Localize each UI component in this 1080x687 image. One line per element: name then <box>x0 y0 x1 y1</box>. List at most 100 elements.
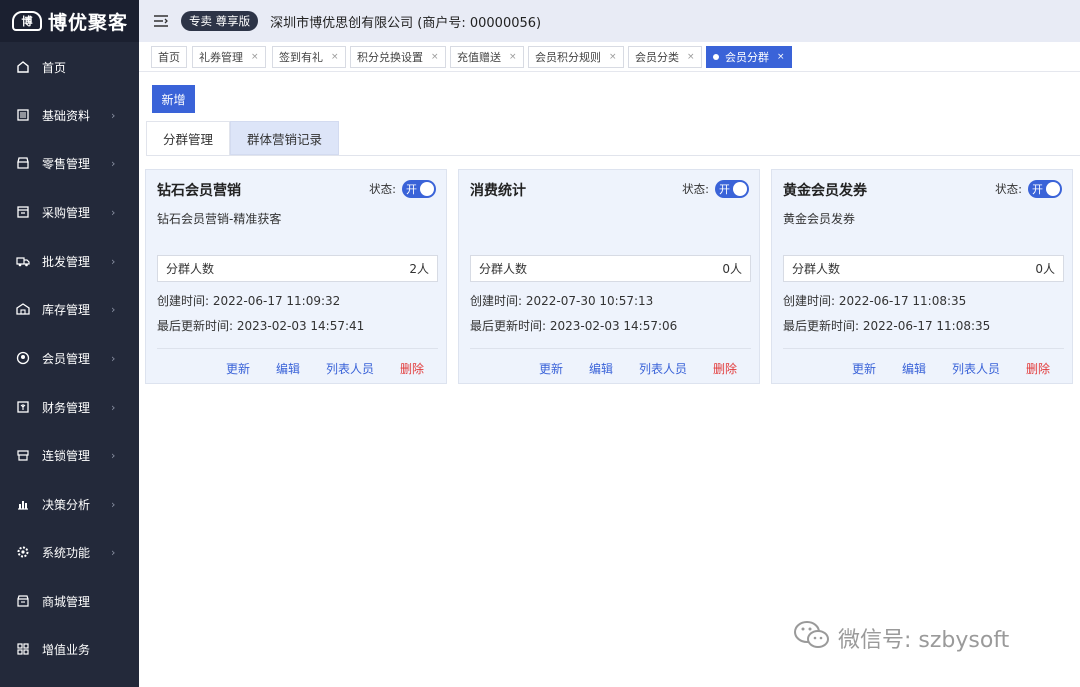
edit-link[interactable]: 编辑 <box>276 360 300 377</box>
toggle-label: 开 <box>719 183 730 196</box>
delete-link[interactable]: 删除 <box>400 360 424 377</box>
card-title: 黄金会员发券 <box>783 183 867 199</box>
sidebar-item-finance[interactable]: 财务管理 › <box>0 395 139 419</box>
list-icon <box>16 108 30 122</box>
chevron-right-icon: › <box>111 254 116 268</box>
sidebar-item-chain[interactable]: 连锁管理 › <box>0 443 139 467</box>
close-icon[interactable]: × <box>687 52 695 62</box>
list-members-link[interactable]: 列表人员 <box>952 360 1000 377</box>
chevron-right-icon: › <box>111 545 116 559</box>
delete-link[interactable]: 删除 <box>1026 360 1050 377</box>
card-description: 黄金会员发券 <box>783 212 856 226</box>
close-icon[interactable]: × <box>331 52 339 62</box>
sidebar-item-label: 首页 <box>42 60 67 75</box>
tab-member-category[interactable]: 会员分类 × <box>628 46 702 68</box>
status-toggle[interactable]: 开 <box>715 180 749 198</box>
watermark-text: 微信号: szbysoft <box>838 628 1010 653</box>
sidebar-item-label: 采购管理 <box>42 205 91 220</box>
sidebar-item-member[interactable]: 会员管理 › <box>0 346 139 370</box>
sidebar-item-inventory[interactable]: 库存管理 › <box>0 297 139 321</box>
chevron-right-icon: › <box>111 351 116 365</box>
tab-label: 礼券管理 <box>199 51 243 64</box>
menu-toggle-icon[interactable] <box>153 14 169 28</box>
created-time: 创建时间: 2022-06-17 11:08:35 <box>783 294 967 308</box>
sidebar-item-label: 决策分析 <box>42 497 91 512</box>
member-icon <box>16 351 30 365</box>
tab-label: 签到有礼 <box>279 51 323 64</box>
card-status: 状态: 开 <box>995 180 1062 198</box>
count-label: 分群人数 <box>166 262 215 276</box>
sidebar-item-value-added[interactable]: 增值业务 <box>0 637 139 661</box>
wechat-icon <box>792 618 832 658</box>
count-label: 分群人数 <box>792 262 841 276</box>
group-count-field: 分群人数 0人 <box>470 255 751 282</box>
edition-badge: 专卖 尊享版 <box>181 11 259 31</box>
close-icon[interactable]: × <box>431 52 439 62</box>
status-toggle[interactable]: 开 <box>402 180 436 198</box>
tab-label: 充值赠送 <box>457 51 501 64</box>
edit-link[interactable]: 编辑 <box>589 360 613 377</box>
warehouse-icon <box>16 302 30 316</box>
close-icon[interactable]: × <box>251 52 259 62</box>
toggle-knob <box>733 182 747 196</box>
sidebar-item-retail[interactable]: 零售管理 › <box>0 151 139 175</box>
new-button[interactable]: 新增 <box>152 85 195 113</box>
box-icon <box>16 205 30 219</box>
count-label: 分群人数 <box>479 262 528 276</box>
sidebar-item-purchase[interactable]: 采购管理 › <box>0 200 139 224</box>
sidebar-item-label: 批发管理 <box>42 254 91 269</box>
toggle-label: 开 <box>406 183 417 196</box>
logo: 博 博优聚客 <box>0 0 139 42</box>
edit-link[interactable]: 编辑 <box>902 360 926 377</box>
group-card: 钻石会员营销 状态: 开 钻石会员营销-精准获客 分群人数 2人 创建时间: 2… <box>145 169 447 384</box>
sidebar-item-label: 零售管理 <box>42 156 91 171</box>
refresh-link[interactable]: 更新 <box>226 360 250 377</box>
subtab-group-management[interactable]: 分群管理 <box>146 121 230 155</box>
tab-checkin[interactable]: 签到有礼 × <box>272 46 346 68</box>
sidebar-item-label: 系统功能 <box>42 545 91 560</box>
created-time: 创建时间: 2022-06-17 11:09:32 <box>157 294 341 308</box>
sidebar-item-wholesale[interactable]: 批发管理 › <box>0 249 139 273</box>
home-icon <box>16 60 30 74</box>
close-icon[interactable]: × <box>609 52 617 62</box>
page-tabs: 首页 礼券管理 × 签到有礼 × 积分兑换设置 × 充值赠送 × 会员积分规则 × 会员分… <box>139 42 1080 72</box>
group-card: 黄金会员发券 状态: 开 黄金会员发券 分群人数 0人 创建时间: 2022-0… <box>771 169 1073 384</box>
tab-recharge-bonus[interactable]: 充值赠送 × <box>450 46 524 68</box>
status-toggle[interactable]: 开 <box>1028 180 1062 198</box>
close-icon[interactable]: × <box>777 52 785 62</box>
subtab-marketing-records[interactable]: 群体营销记录 <box>230 121 339 155</box>
created-time: 创建时间: 2022-07-30 10:57:13 <box>470 294 654 308</box>
chevron-right-icon: › <box>111 448 116 462</box>
tab-home[interactable]: 首页 <box>151 46 187 68</box>
gear-icon <box>16 545 30 559</box>
tab-coupon[interactable]: 礼券管理 × <box>192 46 266 68</box>
chevron-right-icon: › <box>111 205 116 219</box>
list-members-link[interactable]: 列表人员 <box>326 360 374 377</box>
sidebar-item-label: 连锁管理 <box>42 448 91 463</box>
sidebar-item-label: 会员管理 <box>42 351 91 366</box>
card-title: 消费统计 <box>470 183 526 199</box>
sidebar-item-mall[interactable]: 商城管理 <box>0 589 139 613</box>
chart-icon <box>16 497 30 511</box>
truck-icon <box>16 254 30 268</box>
list-members-link[interactable]: 列表人员 <box>639 360 687 377</box>
tab-points-rules[interactable]: 会员积分规则 × <box>528 46 624 68</box>
sidebar-item-basic-data[interactable]: 基础资料 › <box>0 103 139 127</box>
delete-link[interactable]: 删除 <box>713 360 737 377</box>
sidebar-item-home[interactable]: 首页 <box>0 55 139 79</box>
mall-icon <box>16 594 30 608</box>
close-icon[interactable]: × <box>509 52 517 62</box>
tab-points-exchange[interactable]: 积分兑换设置 × <box>350 46 446 68</box>
tab-member-group[interactable]: 会员分群 × <box>706 46 792 68</box>
refresh-link[interactable]: 更新 <box>539 360 563 377</box>
card-title: 钻石会员营销 <box>157 183 241 199</box>
count-value: 0人 <box>1035 262 1055 276</box>
refresh-link[interactable]: 更新 <box>852 360 876 377</box>
sidebar-item-label: 库存管理 <box>42 302 91 317</box>
status-label: 状态: <box>682 182 709 196</box>
card-status: 状态: 开 <box>682 180 749 198</box>
sidebar-item-analysis[interactable]: 决策分析 › <box>0 492 139 516</box>
watermark: 微信号: szbysoft <box>792 618 1009 658</box>
updated-time: 最后更新时间: 2023-02-03 14:57:06 <box>470 319 678 333</box>
sidebar-item-system[interactable]: 系统功能 › <box>0 540 139 564</box>
